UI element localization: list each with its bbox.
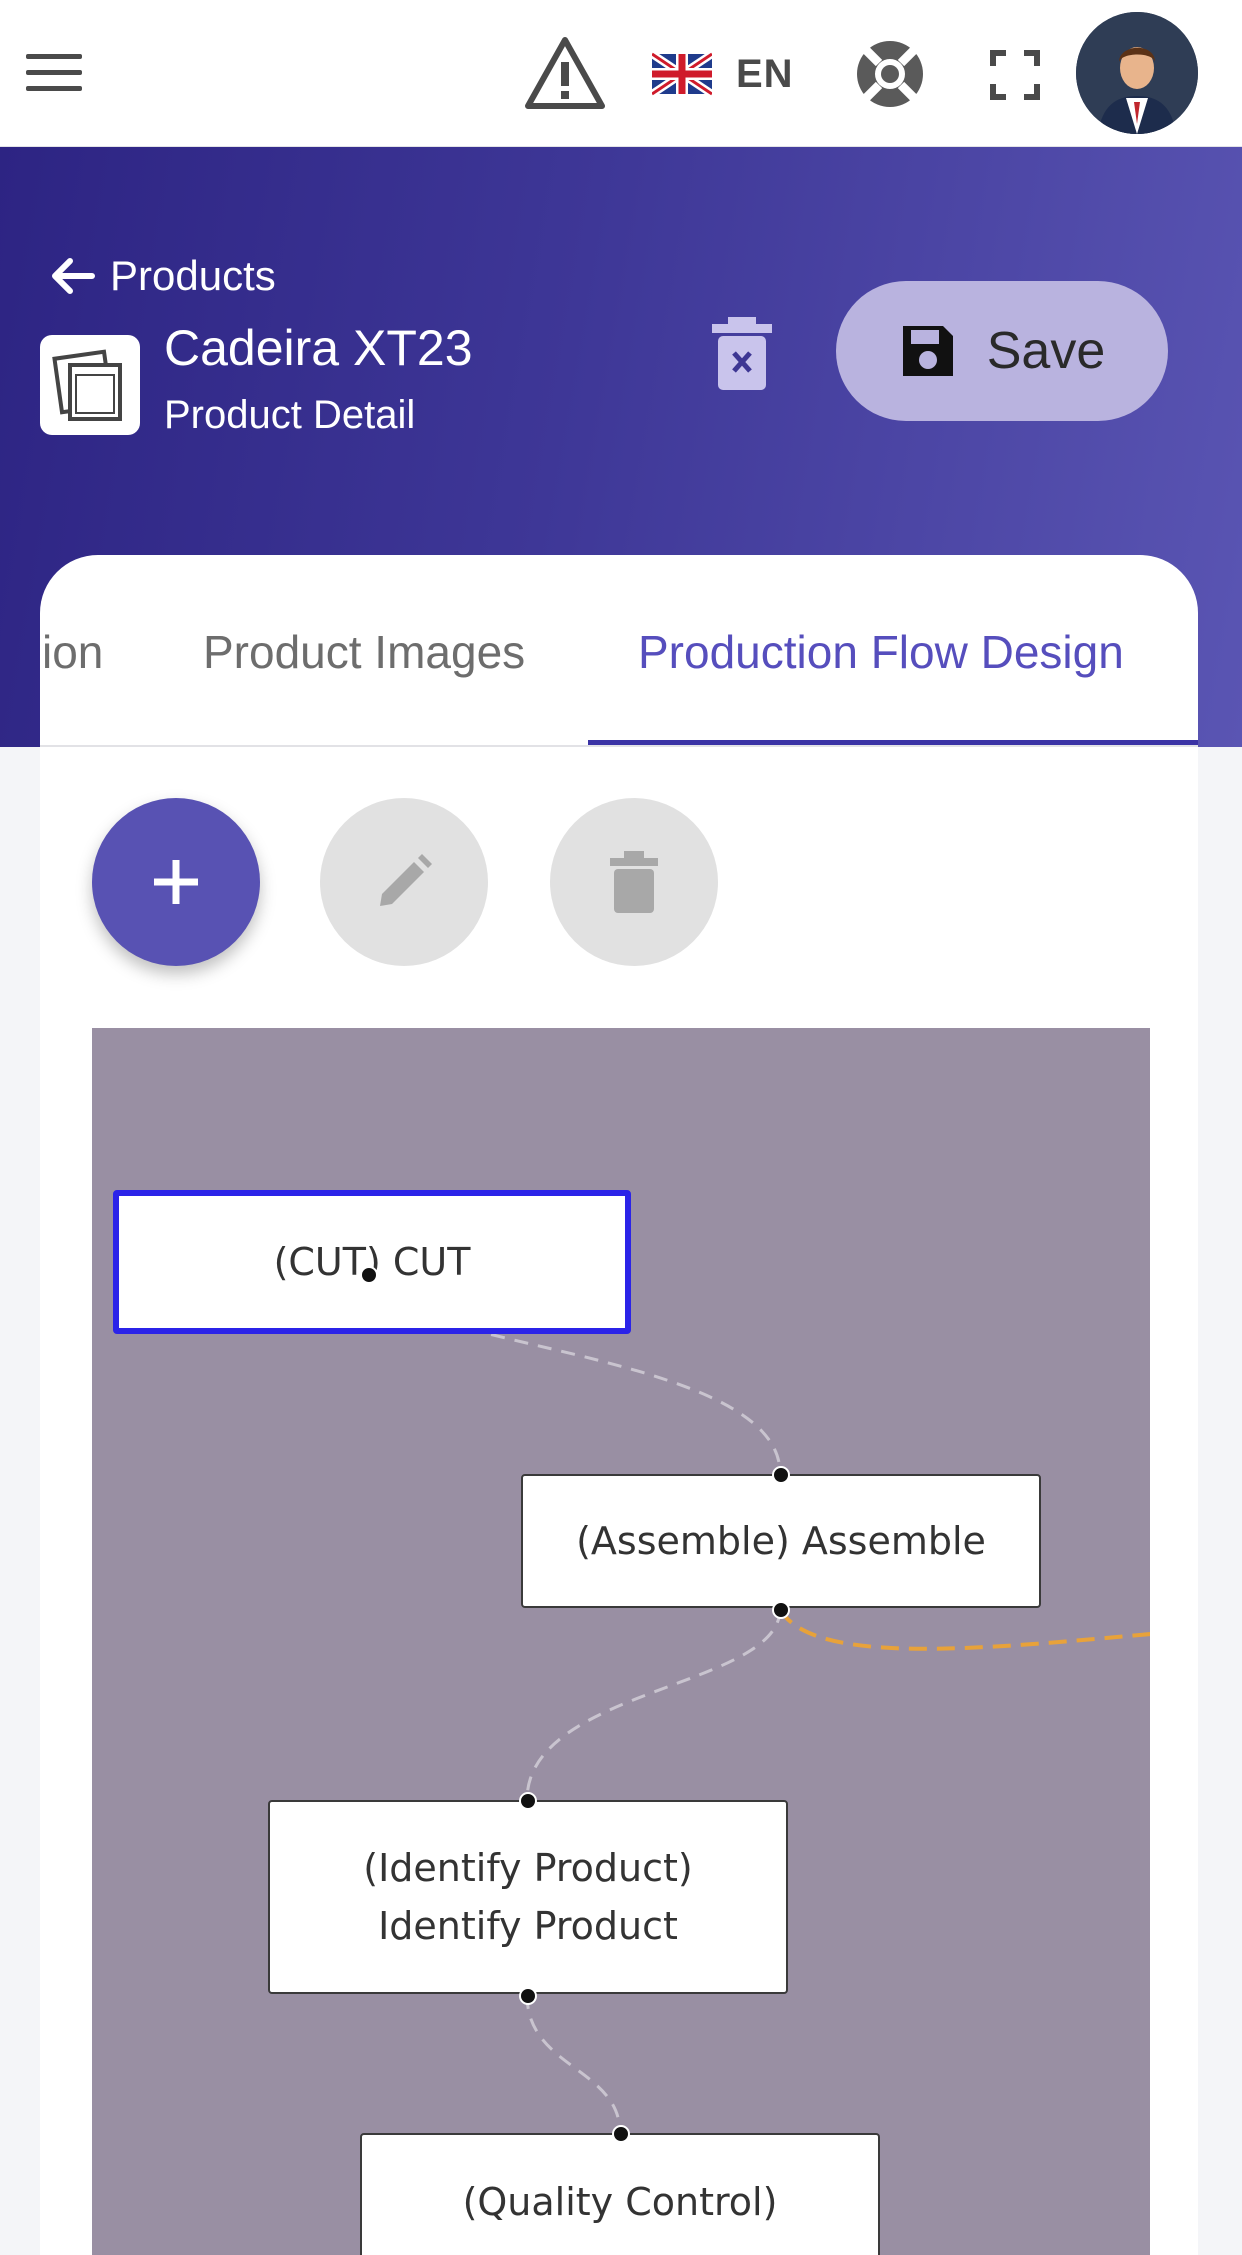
page-subtitle: Product Detail	[164, 393, 416, 437]
input-port[interactable]	[772, 1466, 790, 1484]
input-port[interactable]	[519, 1792, 537, 1810]
edit-step-button[interactable]	[320, 798, 488, 966]
flow-node-label: (Assemble) Assemble	[576, 1519, 986, 1563]
floppy-disk-icon	[902, 326, 953, 376]
save-button[interactable]: Save	[836, 281, 1168, 421]
add-step-button[interactable]	[92, 798, 260, 966]
save-button-label: Save	[986, 322, 1106, 380]
production-flow-canvas[interactable]: (CUT) CUT (Assemble) Assemble (Identify …	[92, 1028, 1150, 2255]
output-port[interactable]	[772, 1601, 790, 1619]
delete-product-icon[interactable]	[706, 311, 778, 395]
product-image-placeholder-icon	[40, 335, 140, 435]
output-port[interactable]	[360, 1266, 378, 1284]
product-detail-card: ion Product Images Production Flow Desig…	[40, 555, 1198, 2255]
tab-bar: ion Product Images Production Flow Desig…	[40, 555, 1198, 747]
input-port[interactable]	[612, 2125, 630, 2143]
edge-identify-quality	[525, 1994, 622, 2134]
language-selector[interactable]: EN	[652, 44, 812, 104]
warning-triangle-icon[interactable]	[524, 36, 606, 110]
hamburger-menu-icon[interactable]	[26, 54, 82, 94]
pencil-icon	[380, 854, 432, 906]
edge-assemble-branch	[778, 1608, 1150, 1651]
edge-assemble-identify	[525, 1608, 782, 1801]
flow-node[interactable]: (Identify Product) Identify Product	[268, 1800, 788, 1994]
flow-node-label: (Quality Control)	[462, 2180, 778, 2224]
arrow-left-icon	[52, 258, 95, 294]
active-tab-indicator	[588, 740, 1198, 745]
trash-icon	[610, 851, 658, 913]
plus-icon	[154, 860, 198, 904]
flow-node[interactable]: (CUT) CUT	[113, 1190, 631, 1334]
tab-product-images[interactable]: Product Images	[203, 625, 525, 679]
top-app-bar: EN	[0, 0, 1242, 147]
flow-node[interactable]: (Quality Control)	[360, 2133, 880, 2255]
breadcrumb-label: Products	[110, 252, 276, 299]
user-avatar[interactable]	[1076, 12, 1198, 134]
tab-production-flow-design[interactable]: Production Flow Design	[638, 625, 1124, 679]
tab-information[interactable]: ion	[42, 625, 103, 679]
page-title: Cadeira XT23	[164, 320, 473, 376]
delete-step-button[interactable]	[550, 798, 718, 966]
lifebuoy-icon[interactable]	[852, 36, 928, 112]
output-port[interactable]	[519, 1987, 537, 2005]
flow-node-label: (Identify Product) Identify Product	[363, 1846, 693, 1948]
flow-node[interactable]: (Assemble) Assemble	[521, 1474, 1041, 1608]
uk-flag-icon	[652, 51, 712, 97]
breadcrumb-back-link[interactable]: Products	[48, 251, 276, 301]
fullscreen-icon[interactable]	[990, 50, 1040, 100]
language-label: EN	[736, 51, 794, 96]
